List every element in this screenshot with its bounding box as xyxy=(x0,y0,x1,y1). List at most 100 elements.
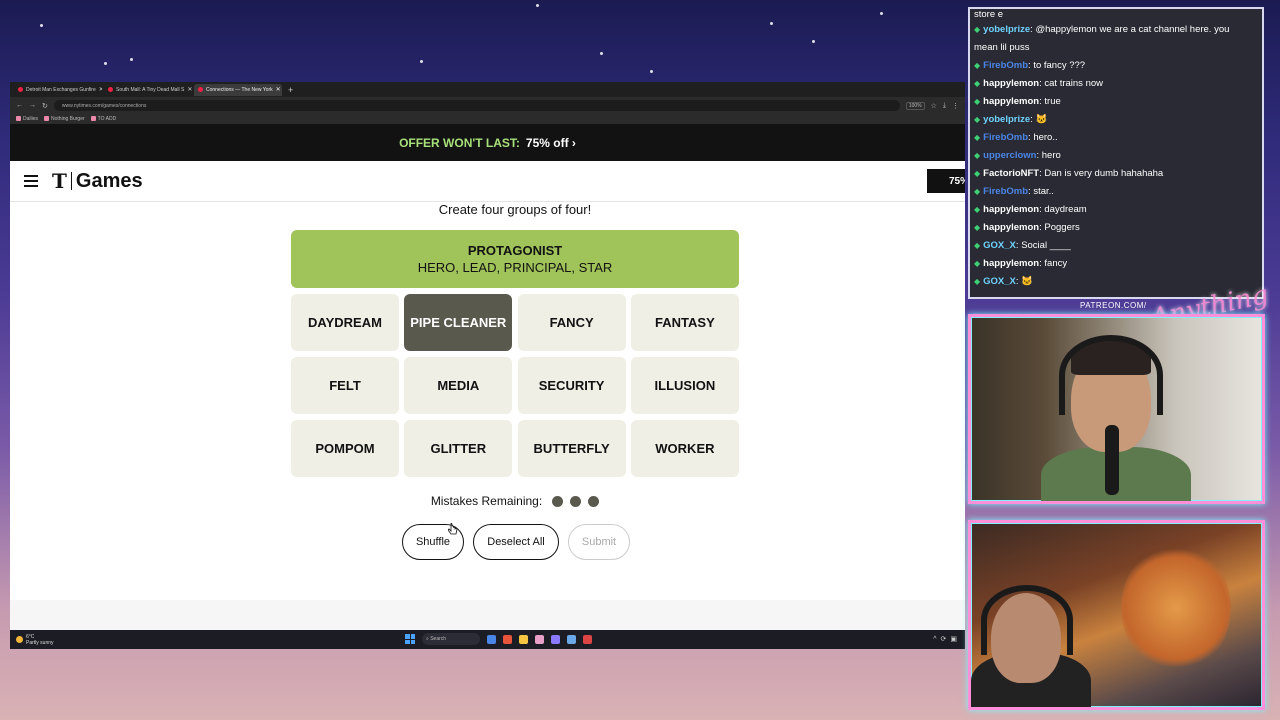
bookmark-label: Dailies xyxy=(23,116,39,122)
obs-icon[interactable] xyxy=(583,634,592,644)
extensions-icon[interactable]: ⋮ xyxy=(952,102,959,110)
tab-title: South Mall: A Tiny Dead Mall S xyxy=(116,86,185,93)
word-card[interactable]: FELT xyxy=(291,357,399,414)
taskview-icon[interactable] xyxy=(487,634,496,644)
chat-username[interactable]: FactorioNFT xyxy=(983,168,1039,179)
sub-badge-icon: ◆ xyxy=(974,187,981,196)
chat-username[interactable]: happylemon xyxy=(983,222,1039,233)
word-card[interactable]: ILLUSION xyxy=(630,357,739,414)
chat-username[interactable]: FirebOmb xyxy=(983,132,1028,143)
bookmark-star-icon[interactable]: ☆ xyxy=(931,102,937,110)
file-explorer-icon[interactable] xyxy=(519,634,528,644)
mouse-cursor-icon xyxy=(448,523,458,535)
discord-icon[interactable] xyxy=(551,634,560,644)
headphones-icon xyxy=(981,585,1073,655)
tab-favicon-icon xyxy=(18,87,23,92)
word-card[interactable]: DAYDREAM xyxy=(291,294,399,351)
chat-text: Poggers xyxy=(1044,222,1080,233)
close-tab-icon[interactable]: ✕ xyxy=(276,86,281,93)
webcam-streamer-2 xyxy=(968,520,1265,710)
bookmark-item[interactable]: Dailies xyxy=(16,116,38,122)
chat-username[interactable]: upperclown xyxy=(983,150,1036,161)
chat-text: true xyxy=(1044,96,1061,107)
tab-favicon-icon xyxy=(198,87,203,92)
nyt-games-header: T Games 75% xyxy=(10,161,965,202)
browser-tab[interactable]: Connections — The New York ✕ xyxy=(194,83,282,96)
download-icon[interactable]: ⤓ xyxy=(943,102,946,110)
word-card[interactable]: GLITTER xyxy=(404,420,513,477)
chat-text: hero xyxy=(1041,150,1061,161)
chat-message: ◆ happylemon: daydream xyxy=(974,201,1258,219)
chat-message: ◆ happylemon: Poggers xyxy=(974,219,1258,237)
chat-username[interactable]: FirebOmb xyxy=(983,60,1028,71)
chat-username[interactable]: GOX_X xyxy=(983,276,1016,287)
bookmark-folder-icon xyxy=(44,116,50,122)
browser-tab[interactable]: Detroit Man Exchanges Gunfire ✕ xyxy=(14,84,102,96)
word-card[interactable]: BUTTERFLY xyxy=(517,420,626,477)
tab-favicon-icon xyxy=(108,87,113,92)
taskbar-search[interactable]: ⌕ Search xyxy=(422,633,480,645)
chat-username[interactable]: happylemon xyxy=(983,204,1039,215)
close-tab-icon[interactable]: ✕ xyxy=(99,86,102,93)
chat-message: ◆ GOX_X: Social ____ xyxy=(974,237,1258,255)
chat-text: @happylemon we are a cat channel here. y… xyxy=(1035,24,1230,35)
chat-username[interactable]: FirebOmb xyxy=(983,186,1028,197)
instructions: Create four groups of four! xyxy=(438,202,592,217)
chat-username[interactable]: happylemon xyxy=(983,96,1039,107)
new-tab-icon[interactable]: + xyxy=(284,85,293,95)
nyt-games-logo[interactable]: T Games xyxy=(52,169,143,193)
forward-icon[interactable]: → xyxy=(29,102,36,109)
bookmark-item[interactable]: TO ADD xyxy=(90,116,116,122)
word-card[interactable]: POMPOM xyxy=(291,420,399,477)
word-card[interactable]: FANCY xyxy=(517,294,626,351)
back-icon[interactable]: ← xyxy=(16,102,23,109)
browser-tab[interactable]: South Mall: A Tiny Dead Mall S ✕ xyxy=(104,84,192,96)
deselect-all-button[interactable]: Deselect All xyxy=(473,524,559,560)
games-wordmark: Games xyxy=(75,169,143,192)
word-grid: DAYDREAM PIPE CLEANER FANCY FANTASY FELT MEDI… xyxy=(291,294,739,477)
chat-message: ◆ FirebOmb: star.. xyxy=(974,183,1258,201)
tab-bar: Detroit Man Exchanges Gunfire ✕ South Mall… xyxy=(10,82,965,97)
close-tab-icon[interactable]: ✕ xyxy=(187,86,192,93)
steam-icon[interactable] xyxy=(567,634,576,644)
word-card[interactable]: WORKER xyxy=(630,420,739,477)
weather-widget[interactable]: 6°C Partly sunny xyxy=(16,634,54,646)
octopus-mural xyxy=(1121,543,1231,673)
sub-badge-icon: ◆ xyxy=(974,223,981,232)
connections-game: Create four groups of four! PROTAGONIST … xyxy=(10,202,965,602)
windows-taskbar: 6°C Partly sunny ⌕ Search ^⟳▣ xyxy=(10,630,965,649)
chat-text: mean lil puss xyxy=(974,42,1030,53)
browser-app-icon[interactable] xyxy=(503,634,512,644)
bookmark-item[interactable]: Nothing Burger xyxy=(44,116,85,122)
chat-username[interactable]: yobelprize xyxy=(983,114,1030,125)
app-icon[interactable] xyxy=(535,634,544,644)
system-tray[interactable]: ^⟳▣ xyxy=(933,635,961,643)
windows-start-icon[interactable] xyxy=(405,634,415,644)
menu-icon[interactable] xyxy=(24,172,38,190)
chat-message: ◆ FactorioNFT: Dan is very dumb hahahaha xyxy=(974,165,1258,183)
zoom-indicator[interactable]: 100% xyxy=(905,101,925,110)
webcam-streamer-1 xyxy=(968,314,1265,504)
chat-text: to fancy ??? xyxy=(1033,60,1086,71)
chat-username[interactable]: happylemon xyxy=(983,258,1039,269)
word-card[interactable]: FANTASY xyxy=(630,294,739,351)
chat-text: fancy xyxy=(1044,258,1068,269)
patreon-link: PATREON.COM/ xyxy=(1080,301,1147,310)
reload-icon[interactable]: ↻ xyxy=(42,102,48,110)
bookmark-folder-icon xyxy=(16,116,21,122)
chat-message: ◆ yobelprize: 🐱 xyxy=(974,111,1258,129)
sub-badge-icon: ◆ xyxy=(974,133,981,142)
taskbar-apps: ⌕ Search xyxy=(405,633,592,645)
chat-text: 🐱 xyxy=(1021,276,1034,287)
chat-username[interactable]: yobelprize xyxy=(983,24,1030,35)
word-card[interactable]: MEDIA xyxy=(404,357,513,414)
chat-message: ◆ yobelprize: @happylemon we are a cat ch… xyxy=(974,21,1258,39)
word-card[interactable]: PIPE CLEANER xyxy=(404,294,513,351)
word-card[interactable]: SECURITY xyxy=(517,357,626,414)
url-field[interactable]: www.nytimes.com/games/connections xyxy=(53,100,900,111)
chat-username[interactable]: GOX_X xyxy=(983,240,1016,251)
submit-button[interactable]: Submit xyxy=(568,524,630,560)
offer-banner[interactable]: OFFER WON'T LAST: 75% off › xyxy=(10,125,965,161)
chat-username[interactable]: happylemon xyxy=(983,78,1039,89)
subscribe-button[interactable]: 75% xyxy=(927,169,965,193)
